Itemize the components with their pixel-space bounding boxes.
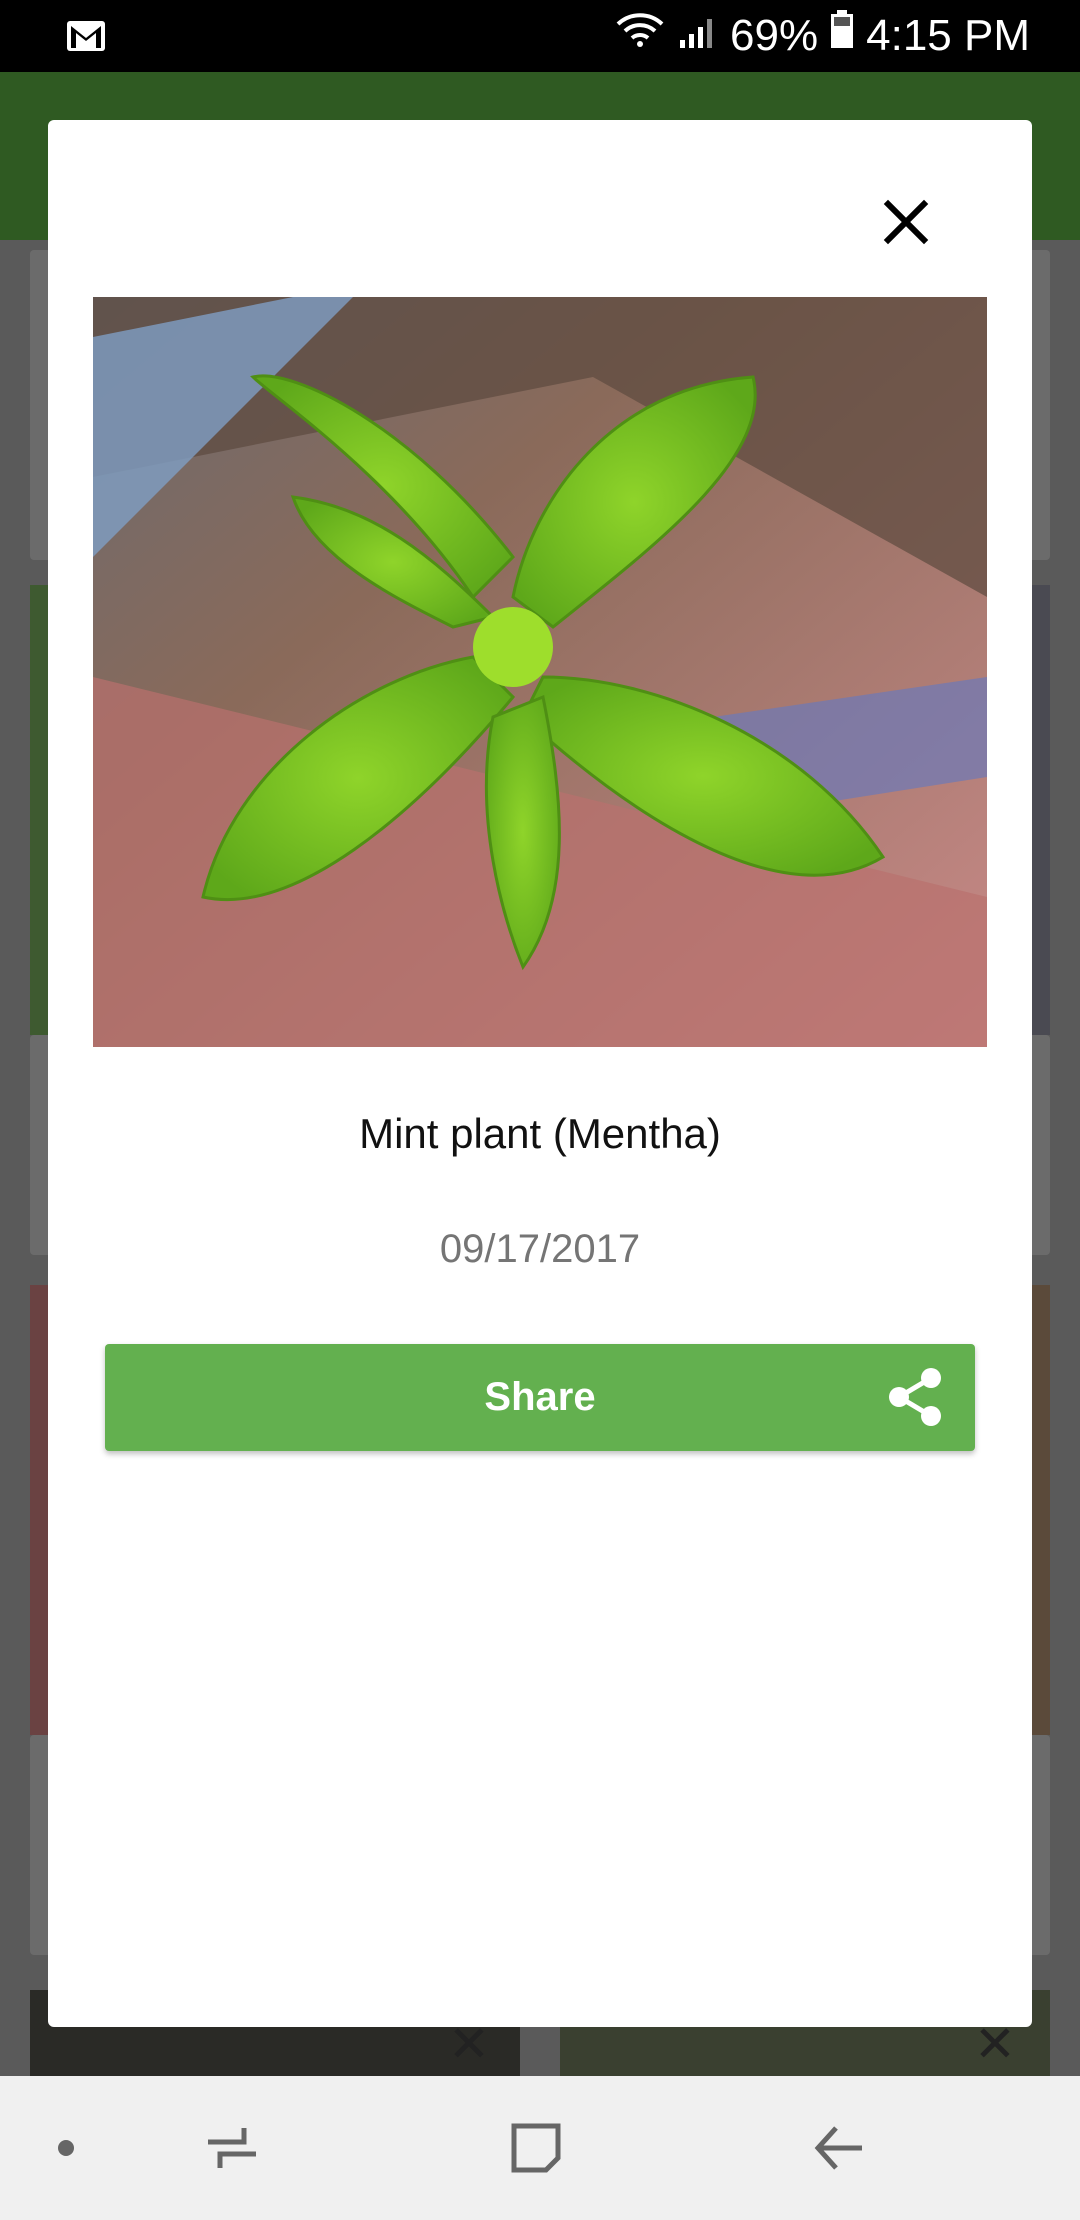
gmail-icon xyxy=(66,20,106,57)
clock: 4:15 PM xyxy=(866,10,1030,60)
photo-date: 09/17/2017 xyxy=(439,1227,641,1271)
wifi-icon xyxy=(614,10,666,61)
back-icon[interactable] xyxy=(798,2076,882,2220)
system-nav-bar xyxy=(0,2076,1080,2220)
status-bar: 69% 4:15 PM xyxy=(0,0,1080,72)
plant-name: Mint plant (Mentha) xyxy=(359,1110,721,1157)
share-button-label: Share xyxy=(484,1375,596,1419)
battery-percent: 69% xyxy=(730,10,819,60)
recents-icon[interactable] xyxy=(190,2076,274,2220)
battery-icon xyxy=(830,10,854,61)
home-icon[interactable] xyxy=(494,2076,578,2220)
close-icon xyxy=(883,199,929,245)
share-button[interactable]: Share xyxy=(105,1344,975,1451)
dot-icon[interactable] xyxy=(30,2076,102,2220)
share-icon xyxy=(885,1366,945,1433)
close-button[interactable] xyxy=(864,180,948,264)
plant-photo xyxy=(93,297,987,1047)
signal-icon xyxy=(678,11,718,61)
